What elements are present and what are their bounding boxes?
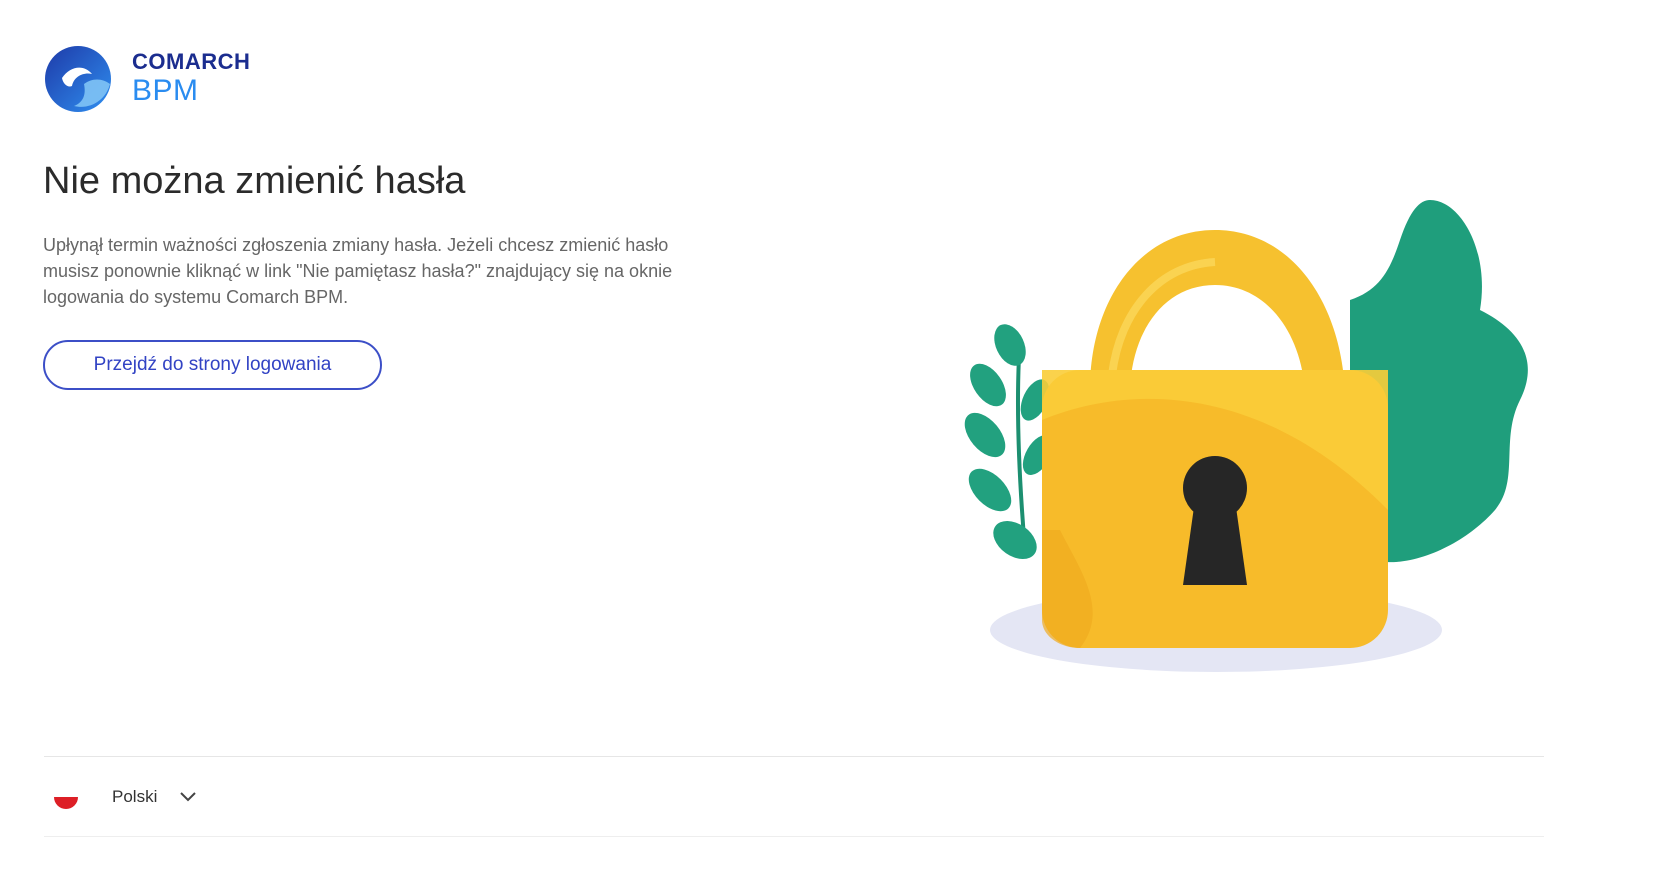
chevron-down-icon[interactable] bbox=[179, 791, 197, 803]
comarch-logo-icon bbox=[45, 46, 111, 112]
brand-logo: COMARCH BPM bbox=[44, 44, 274, 116]
padlock-illustration bbox=[964, 200, 1528, 672]
keyhole-icon bbox=[1183, 456, 1247, 585]
error-description: Upłynął termin ważności zgłoszenia zmian… bbox=[43, 235, 673, 307]
poland-flag-icon bbox=[54, 785, 78, 809]
language-label: Polski bbox=[112, 787, 158, 806]
footer-divider bbox=[44, 756, 1544, 757]
brand-name-top: COMARCH bbox=[132, 49, 251, 74]
language-selector[interactable]: Polski bbox=[52, 782, 197, 812]
brand-name-bottom: BPM bbox=[132, 74, 199, 107]
go-to-login-button[interactable]: Przejdź do strony logowania bbox=[43, 340, 382, 390]
page-title: Nie można zmienić hasła bbox=[43, 160, 466, 202]
footer-bottom-divider bbox=[44, 836, 1544, 837]
padlock-shackle bbox=[1090, 230, 1345, 390]
